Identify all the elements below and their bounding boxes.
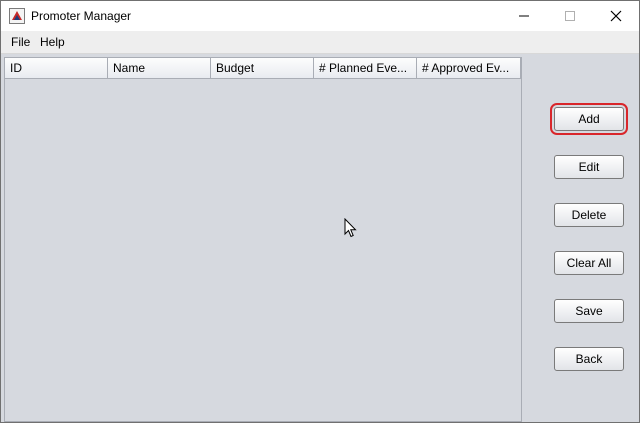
menu-file[interactable]: File <box>11 35 30 49</box>
minimize-icon <box>518 10 530 22</box>
add-button[interactable]: Add <box>550 103 628 135</box>
table-header: ID Name Budget # Planned Eve... # Approv… <box>5 58 521 79</box>
column-header-approved-events[interactable]: # Approved Ev... <box>417 58 521 78</box>
close-icon <box>610 10 622 22</box>
mouse-pointer-icon <box>344 217 358 241</box>
window-title: Promoter Manager <box>31 9 132 23</box>
maximize-button[interactable] <box>547 1 593 31</box>
menu-help[interactable]: Help <box>40 35 65 49</box>
clear-all-button[interactable]: Clear All <box>554 251 624 275</box>
promoter-table[interactable]: ID Name Budget # Planned Eve... # Approv… <box>4 57 522 422</box>
back-button[interactable]: Back <box>554 347 624 371</box>
delete-button[interactable]: Delete <box>554 203 624 227</box>
title-bar: Promoter Manager <box>1 1 639 31</box>
java-app-icon <box>9 8 25 24</box>
column-header-planned-events[interactable]: # Planned Eve... <box>314 58 417 78</box>
minimize-button[interactable] <box>501 1 547 31</box>
table-body[interactable] <box>5 79 521 421</box>
app-window: Promoter Manager File Help ID Name Budge… <box>0 0 640 423</box>
menu-bar: File Help <box>1 31 639 54</box>
column-header-budget[interactable]: Budget <box>211 58 314 78</box>
close-button[interactable] <box>593 1 639 31</box>
column-header-id[interactable]: ID <box>5 58 108 78</box>
maximize-icon <box>564 10 576 22</box>
edit-button[interactable]: Edit <box>554 155 624 179</box>
save-button[interactable]: Save <box>554 299 624 323</box>
column-header-name[interactable]: Name <box>108 58 211 78</box>
